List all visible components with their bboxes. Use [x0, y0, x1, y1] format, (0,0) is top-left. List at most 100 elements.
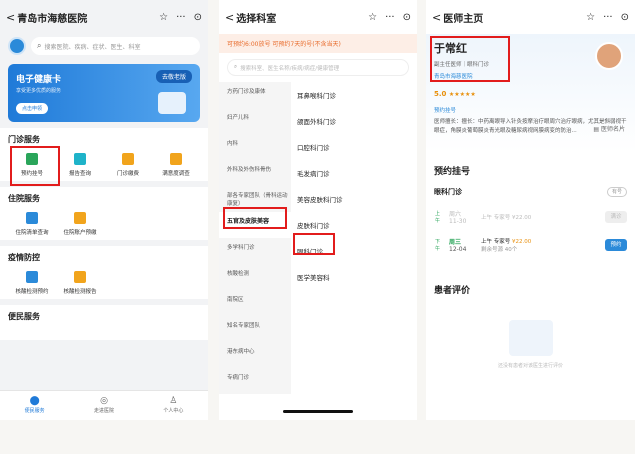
slot-day: 周三 [449, 239, 462, 246]
star-icon[interactable]: ☆ [368, 12, 377, 23]
target-icon[interactable]: ⊙ [621, 12, 629, 23]
category-item[interactable]: 核酸检测 [219, 264, 291, 290]
service-section: 便民服务 [0, 305, 208, 340]
topbar: < 青岛市海慈医院 ☆ ··· ⊙ [0, 0, 208, 34]
category-item[interactable]: 外科及外伤科骨伤 [219, 160, 291, 186]
notice-bar: 可预约6:00放号 可预约7天的号(不含当天) [219, 34, 417, 53]
empty-text: 还没有患者对该医生进行评价 [497, 363, 563, 369]
service-section: 住院服务住院清单查询 住院账户预缴 [0, 187, 208, 240]
rating-value: 5.0 [434, 90, 447, 98]
search-input[interactable]: ⌕ 搜索科室、医生名称/疾病/病症/健康管理 [227, 59, 409, 76]
card-link-label: 医师名片 [600, 126, 625, 133]
category-item[interactable]: 内科 [219, 134, 291, 160]
tab-bar: ⬤ 便民服务 ◎ 走进医院 ♙ 个人中心 [0, 390, 208, 420]
health-card-banner[interactable]: 电子健康卡 享受更多优质的服务 点击申领 去敬老版 [8, 64, 200, 122]
search-input[interactable]: ⌕ 搜索医院、疾病、症状、医生、科室 [31, 37, 200, 55]
category-item[interactable]: 专病门诊 [219, 368, 291, 394]
service-section: 疫情防控 核酸检测预约 核酸检测报告 [0, 246, 208, 299]
slot-day: 周六 [449, 211, 462, 218]
tab-label: 个人中心 [163, 408, 184, 414]
home-icon: ⬤ [29, 396, 40, 406]
section-title: 预约挂号 [434, 167, 471, 177]
slot-desc: 上午 专家号 [481, 215, 511, 221]
tab-convenience[interactable]: ⬤ 便民服务 [0, 391, 69, 420]
service-item[interactable]: 住院清单查询 [8, 212, 56, 236]
search-placeholder: 搜索医院、疾病、症状、医生、科室 [44, 43, 141, 51]
slot-remaining: 剩余号源 40个 [481, 247, 518, 253]
star-icon[interactable]: ☆ [159, 12, 168, 23]
service-label: 核酸检测报告 [63, 289, 97, 295]
more-icon[interactable]: ··· [385, 12, 395, 23]
department-item[interactable]: 美容皮肤科门诊 [291, 186, 417, 212]
search-icon: ⌕ [234, 64, 238, 70]
tab-label: 便民服务 [24, 408, 45, 414]
department-item[interactable]: 毛发病门诊 [291, 160, 417, 186]
service-label: 满意度调查 [162, 171, 190, 177]
slot-info: 上午 专家号 ¥22.00 [481, 213, 605, 221]
service-item[interactable]: 住院账户预缴 [56, 212, 104, 236]
tab-profile[interactable]: ♙ 个人中心 [139, 391, 208, 420]
more-icon[interactable]: ··· [603, 12, 613, 23]
service-item[interactable]: 核酸检测报告 [56, 271, 104, 295]
section-title: 住院服务 [8, 194, 40, 203]
card-icon: ▤ [593, 126, 600, 133]
service-item[interactable]: 报告查询 [56, 153, 104, 177]
rating: 5.0 ★★★★★ [434, 90, 627, 98]
page-title: 选择科室 [236, 13, 277, 25]
service-icon [74, 271, 86, 283]
back-icon[interactable]: < [225, 11, 234, 24]
service-item[interactable]: 核酸检测预约 [8, 271, 56, 295]
star-icon[interactable]: ☆ [586, 12, 595, 23]
screen-hospital-home: < 青岛市海慈医院 ☆ ··· ⊙ ⌕ 搜索医院、疾病、症状、医生、科室 电子健康… [0, 0, 208, 420]
full-button: 满诊 [605, 211, 627, 223]
category-list: 方药门诊及康体 妇产儿科 内科 外科及外伤科骨伤 部各专家团队（骨科运动康复） 五官及皮肤… [219, 82, 291, 394]
spec-title: 预约挂号 [434, 108, 457, 114]
slot-day-date: 12-04 [449, 246, 467, 253]
compass-icon: ◎ [100, 396, 108, 406]
dept-row: 眼科门诊 有号 [426, 183, 635, 201]
service-label: 住院账户预缴 [63, 230, 97, 236]
service-item[interactable]: 门诊缴费 [104, 153, 152, 177]
back-icon[interactable]: < [6, 11, 15, 24]
category-item[interactable]: 港东病中心 [219, 342, 291, 368]
category-item[interactable]: 方药门诊及康体 [219, 82, 291, 108]
book-button[interactable]: 预约 [605, 239, 627, 251]
slot-day-date: 11-30 [449, 218, 467, 225]
screen-doctor-profile: < 医师主页 ☆ ··· ⊙ 于常红 副主任医师｜眼科门诊 青岛市海慈医院 5.… [426, 0, 635, 420]
apply-button[interactable]: 点击申领 [16, 103, 49, 114]
category-item[interactable]: 知名专家团队 [219, 316, 291, 342]
slot-price: ¥22.00 [512, 215, 532, 221]
department-item[interactable]: 耳鼻喉科门诊 [291, 82, 417, 108]
service-label: 住院清单查询 [15, 230, 49, 236]
elder-mode-button[interactable]: 去敬老版 [155, 70, 192, 83]
service-icon [74, 153, 86, 165]
avatar [595, 42, 623, 70]
target-icon[interactable]: ⊙ [194, 12, 202, 23]
highlight-box [10, 146, 60, 186]
service-label: 门诊缴费 [116, 171, 139, 177]
tab-hospital[interactable]: ◎ 走进医院 [69, 391, 138, 420]
doctor-card-link[interactable]: ▤ 医师名片 [593, 124, 625, 133]
schedule-slot: 上午 周六 11-30 上午 专家号 ¥22.00 满诊 [434, 205, 627, 229]
dept-status: 有号 [606, 187, 627, 197]
service-icon [122, 153, 134, 165]
reviews-title: 患者评价 [434, 286, 471, 296]
department-item[interactable]: 颌面外科门诊 [291, 108, 417, 134]
back-icon[interactable]: < [432, 11, 441, 24]
more-icon[interactable]: ··· [176, 12, 186, 23]
card-illustration-icon [158, 92, 186, 114]
department-item[interactable]: 医学美容科 [291, 264, 417, 290]
target-icon[interactable]: ⊙ [403, 12, 411, 23]
service-icon [170, 153, 182, 165]
dept-name: 眼科门诊 [434, 188, 462, 196]
service-item[interactable]: 满意度调查 [152, 153, 200, 177]
tab-label: 走进医院 [93, 408, 114, 414]
department-item[interactable]: 口腔科门诊 [291, 134, 417, 160]
screen-select-department: < 选择科室 ☆ ··· ⊙ 可预约6:00放号 可预约7天的号(不含当天) ⌕… [219, 0, 417, 420]
category-item[interactable]: 多学科门诊 [219, 238, 291, 264]
empty-illustration-icon [508, 320, 553, 356]
category-item[interactable]: 妇产儿科 [219, 108, 291, 134]
slot-tag: 下午 [434, 239, 440, 252]
highlight-box [223, 207, 287, 229]
category-item[interactable]: 南院区 [219, 290, 291, 316]
